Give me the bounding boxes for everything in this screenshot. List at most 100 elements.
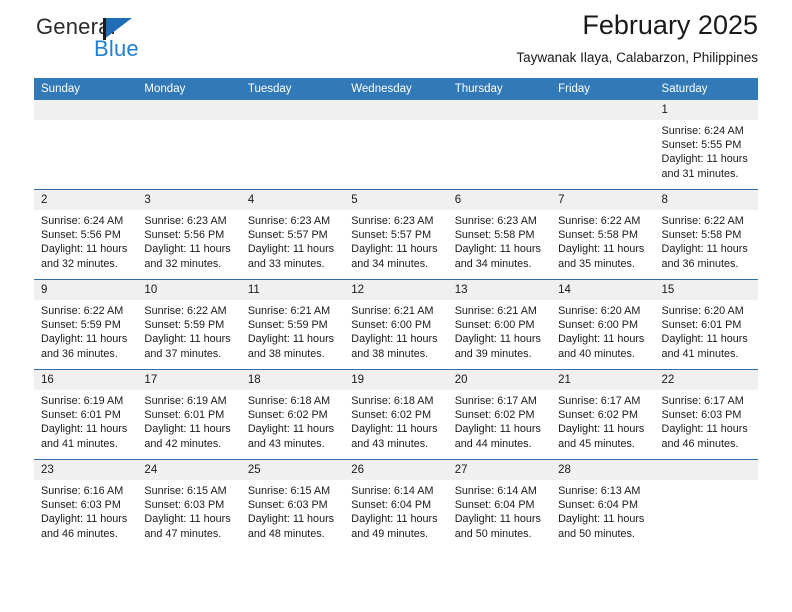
sunset-text: Sunset: 5:59 PM (144, 319, 225, 332)
brand-name-blue: Blue (94, 36, 139, 61)
calendar-day-cell[interactable]: 10 Sunrise: 6:22 AM Sunset: 5:59 PM Dayligh… (137, 279, 241, 370)
daylight-text-line2: and 31 minutes. (661, 167, 739, 180)
calendar-week-row: 1 Sunrise: 6:24 AM Sunset: 5:55 PM Daylight… (34, 100, 758, 190)
sunrise-text: Sunrise: 6:22 AM (144, 305, 227, 317)
calendar-day-cell[interactable]: 12 Sunrise: 6:21 AM Sunset: 6:00 PM Dayligh… (344, 279, 448, 370)
weekday-header-friday: Friday (551, 78, 655, 100)
day-details: Sunrise: 6:22 AM Sunset: 5:58 PM Daylight:… (551, 210, 654, 271)
daylight-text-line2: and 47 minutes. (144, 527, 222, 540)
calendar-day-cell[interactable]: 2 Sunrise: 6:24 AM Sunset: 5:56 PM Daylight… (34, 189, 138, 280)
daylight-text-line1: Daylight: 11 hours (41, 243, 128, 256)
sunrise-text: Sunrise: 6:17 AM (558, 395, 641, 407)
sunset-text: Sunset: 5:56 PM (41, 229, 121, 242)
day-number: 19 (344, 370, 448, 390)
weekday-header-thursday: Thursday (447, 78, 552, 100)
day-number: 9 (34, 280, 138, 300)
sunrise-text: Sunrise: 6:23 AM (454, 215, 537, 227)
calendar-day-cell[interactable]: 25 Sunrise: 6:15 AM Sunset: 6:03 PM Dayligh… (240, 459, 345, 549)
day-details: Sunrise: 6:15 AM Sunset: 6:03 PM Daylight:… (241, 480, 344, 541)
day-number (654, 460, 758, 480)
weekday-header-monday: Monday (137, 78, 241, 100)
weekday-header-sunday: Sunday (34, 78, 138, 100)
calendar-day-cell[interactable]: 4 Sunrise: 6:23 AM Sunset: 5:57 PM Daylight… (240, 189, 345, 280)
calendar-day-cell[interactable]: 23 Sunrise: 6:16 AM Sunset: 6:03 PM Dayligh… (34, 459, 138, 549)
daylight-text-line2: and 48 minutes. (247, 527, 325, 540)
daylight-text-line1: Daylight: 11 hours (454, 423, 541, 436)
day-number: 6 (447, 190, 552, 210)
calendar-day-cell[interactable]: 18 Sunrise: 6:18 AM Sunset: 6:02 PM Dayligh… (240, 369, 345, 460)
sunset-text: Sunset: 5:58 PM (558, 229, 638, 242)
calendar-day-cell-empty (34, 100, 138, 190)
page-header: General Blue February 2025 Taywanak Ilay… (34, 0, 758, 78)
daylight-text-line1: Daylight: 11 hours (558, 423, 645, 436)
daylight-text-line1: Daylight: 11 hours (558, 333, 645, 346)
calendar-day-cell[interactable]: 8 Sunrise: 6:22 AM Sunset: 5:58 PM Daylight… (654, 189, 758, 280)
sunrise-text: Sunrise: 6:17 AM (661, 395, 744, 407)
day-details: Sunrise: 6:24 AM Sunset: 5:56 PM Daylight:… (34, 210, 137, 271)
daylight-text-line2: and 44 minutes. (454, 437, 532, 450)
day-details: Sunrise: 6:13 AM Sunset: 6:04 PM Daylight:… (551, 480, 654, 541)
calendar-day-cell[interactable]: 16 Sunrise: 6:19 AM Sunset: 6:01 PM Dayligh… (34, 369, 138, 460)
sunset-text: Sunset: 6:00 PM (558, 319, 638, 332)
calendar-day-cell[interactable]: 26 Sunrise: 6:14 AM Sunset: 6:04 PM Dayligh… (344, 459, 448, 549)
sunrise-text: Sunrise: 6:15 AM (247, 485, 331, 497)
daylight-text-line2: and 41 minutes. (661, 347, 739, 360)
sunset-text: Sunset: 6:04 PM (558, 499, 638, 512)
calendar-day-cell[interactable]: 3 Sunrise: 6:23 AM Sunset: 5:56 PM Daylight… (137, 189, 241, 280)
page-subtitle: Taywanak Ilaya, Calabarzon, Philippines (516, 50, 758, 65)
calendar-day-cell[interactable]: 9 Sunrise: 6:22 AM Sunset: 5:59 PM Daylight… (34, 279, 138, 370)
daylight-text-line2: and 33 minutes. (247, 257, 325, 270)
sunrise-text: Sunrise: 6:23 AM (247, 215, 331, 227)
sunrise-text: Sunrise: 6:18 AM (351, 395, 434, 407)
daylight-text-line2: and 50 minutes. (454, 527, 532, 540)
calendar-day-cell[interactable]: 28 Sunrise: 6:13 AM Sunset: 6:04 PM Dayligh… (551, 459, 655, 549)
calendar-day-cell[interactable]: 27 Sunrise: 6:14 AM Sunset: 6:04 PM Dayligh… (447, 459, 552, 549)
calendar-day-cell[interactable]: 11 Sunrise: 6:21 AM Sunset: 5:59 PM Dayligh… (240, 279, 345, 370)
day-number (137, 100, 241, 120)
day-number: 13 (447, 280, 552, 300)
day-details: Sunrise: 6:23 AM Sunset: 5:56 PM Daylight:… (137, 210, 240, 271)
calendar-day-cell[interactable]: 14 Sunrise: 6:20 AM Sunset: 6:00 PM Dayligh… (551, 279, 655, 370)
title-block: February 2025 Taywanak Ilaya, Calabarzon… (516, 8, 758, 68)
calendar-day-cell[interactable]: 17 Sunrise: 6:19 AM Sunset: 6:01 PM Dayligh… (137, 369, 241, 460)
daylight-text-line1: Daylight: 11 hours (144, 513, 231, 526)
day-number: 21 (551, 370, 655, 390)
calendar-day-cell[interactable]: 21 Sunrise: 6:17 AM Sunset: 6:02 PM Dayligh… (551, 369, 655, 460)
calendar-day-cell[interactable]: 7 Sunrise: 6:22 AM Sunset: 5:58 PM Daylight… (551, 189, 655, 280)
sunrise-text: Sunrise: 6:14 AM (351, 485, 434, 497)
day-number: 11 (240, 280, 345, 300)
daylight-text-line2: and 32 minutes. (41, 257, 118, 270)
day-details: Sunrise: 6:14 AM Sunset: 6:04 PM Daylight:… (448, 480, 551, 541)
calendar-day-cell[interactable]: 19 Sunrise: 6:18 AM Sunset: 6:02 PM Dayligh… (344, 369, 448, 460)
daylight-text-line1: Daylight: 11 hours (247, 423, 335, 436)
day-number: 5 (344, 190, 448, 210)
brand-logo[interactable]: General Blue (34, 14, 264, 70)
sunset-text: Sunset: 6:04 PM (454, 499, 535, 512)
calendar-day-cell[interactable]: 24 Sunrise: 6:15 AM Sunset: 6:03 PM Dayligh… (137, 459, 241, 549)
sunset-text: Sunset: 6:02 PM (247, 409, 328, 422)
day-number: 16 (34, 370, 138, 390)
day-details: Sunrise: 6:23 AM Sunset: 5:57 PM Daylight:… (241, 210, 344, 271)
daylight-text-line1: Daylight: 11 hours (247, 513, 335, 526)
calendar-day-cell[interactable]: 22 Sunrise: 6:17 AM Sunset: 6:03 PM Dayligh… (654, 369, 758, 460)
daylight-text-line2: and 40 minutes. (558, 347, 635, 360)
sunset-text: Sunset: 6:03 PM (41, 499, 121, 512)
day-details: Sunrise: 6:15 AM Sunset: 6:03 PM Daylight:… (137, 480, 240, 541)
daylight-text-line1: Daylight: 11 hours (351, 333, 438, 346)
daylight-text-line2: and 34 minutes. (351, 257, 429, 270)
calendar-day-cell[interactable]: 13 Sunrise: 6:21 AM Sunset: 6:00 PM Dayligh… (447, 279, 552, 370)
calendar-day-cell[interactable]: 6 Sunrise: 6:23 AM Sunset: 5:58 PM Daylight… (447, 189, 552, 280)
sunrise-text: Sunrise: 6:13 AM (558, 485, 641, 497)
daylight-text-line2: and 32 minutes. (144, 257, 222, 270)
daylight-text-line1: Daylight: 11 hours (144, 243, 231, 256)
calendar-day-cell[interactable]: 15 Sunrise: 6:20 AM Sunset: 6:01 PM Dayligh… (654, 279, 758, 370)
day-details: Sunrise: 6:17 AM Sunset: 6:02 PM Daylight:… (448, 390, 551, 451)
calendar-day-cell[interactable]: 20 Sunrise: 6:17 AM Sunset: 6:02 PM Dayligh… (447, 369, 552, 460)
sunrise-text: Sunrise: 6:24 AM (41, 215, 124, 227)
sunset-text: Sunset: 5:58 PM (661, 229, 742, 242)
calendar-day-cell[interactable]: 1 Sunrise: 6:24 AM Sunset: 5:55 PM Daylight… (654, 100, 758, 190)
calendar-week-row: 2 Sunrise: 6:24 AM Sunset: 5:56 PM Daylight… (34, 189, 758, 280)
day-details: Sunrise: 6:18 AM Sunset: 6:02 PM Daylight:… (241, 390, 344, 451)
day-details: Sunrise: 6:21 AM Sunset: 6:00 PM Daylight:… (448, 300, 551, 361)
calendar-day-cell[interactable]: 5 Sunrise: 6:23 AM Sunset: 5:57 PM Daylight… (344, 189, 448, 280)
